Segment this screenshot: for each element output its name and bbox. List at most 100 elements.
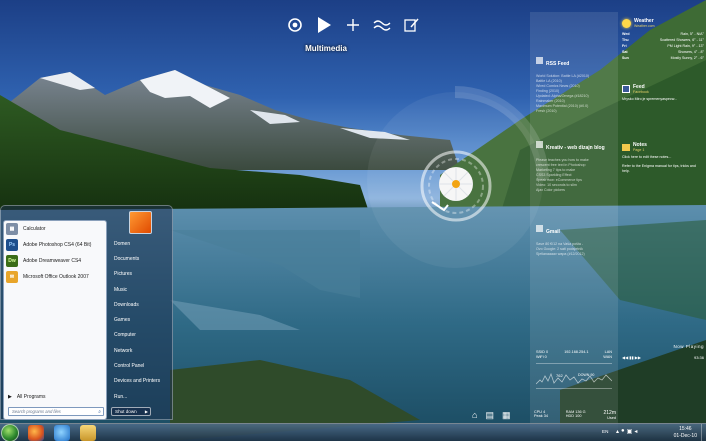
outlook-icon: ✉ bbox=[6, 271, 18, 283]
mail-icon bbox=[536, 225, 543, 233]
calculator-icon: ▦ bbox=[6, 223, 18, 235]
gmail-line[interactable]: Sjetlanaaaav wapa (#12/2012) bbox=[536, 252, 614, 257]
start-menu: ▦ Calculator Ps Adobe Photoshop CS4 (64 … bbox=[0, 205, 173, 420]
arrow-right-icon: ▶ bbox=[8, 394, 12, 400]
place-pictures[interactable]: Pictures bbox=[111, 267, 173, 282]
blog-icon bbox=[536, 141, 543, 149]
ram-peak-value: 34 bbox=[543, 414, 548, 418]
ie-icon[interactable] bbox=[54, 425, 70, 441]
place-user[interactable]: Domen bbox=[111, 236, 173, 251]
blog-title: Kreativ - web dizajn blog bbox=[546, 145, 605, 151]
all-programs-button[interactable]: ▶ All Programs bbox=[8, 394, 45, 400]
resource-stats: CPU 4 Peak 34 RAM 136 G HDD 100 212m Used bbox=[534, 410, 616, 420]
blog-line[interactable]: Ajax Color pickers bbox=[536, 188, 614, 193]
language-indicator[interactable]: EN bbox=[602, 429, 608, 434]
weather-source: Weather.com bbox=[634, 24, 655, 28]
disk-label: Used bbox=[607, 416, 616, 420]
hdd-label: HDD bbox=[565, 414, 575, 418]
media-controls[interactable]: ◀◀ ▮▮ ▶▶ bbox=[622, 355, 641, 360]
graph-value: 762 bbox=[556, 373, 563, 378]
start-button[interactable] bbox=[1, 424, 19, 441]
notes-icon bbox=[622, 143, 630, 151]
hdd-value: 100 bbox=[575, 414, 582, 418]
explorer-icon[interactable] bbox=[80, 425, 96, 441]
system-tray: EN ▴ ● ▣ ◂ 15:46 01-Dec-10 bbox=[596, 424, 706, 441]
rss-widget: RSS Feed World Solution: Battle LA (#201… bbox=[536, 52, 614, 114]
notes-widget: Notes Page 1 Click here to edit these no… bbox=[622, 142, 704, 174]
rss-line[interactable]: Fresh (2010) bbox=[536, 109, 614, 114]
edit-icon[interactable] bbox=[400, 14, 422, 36]
program-photoshop[interactable]: Ps Adobe Photoshop CS4 (64 Bit) bbox=[4, 237, 106, 253]
add-icon[interactable] bbox=[342, 14, 364, 36]
start-menu-places: Domen Documents Pictures Music Downloads… bbox=[111, 236, 173, 404]
program-outlook[interactable]: ✉ Microsoft Office Outlook 2007 bbox=[4, 269, 106, 285]
ssid-label: SSID bbox=[536, 350, 545, 354]
play-icon[interactable] bbox=[313, 14, 335, 36]
ram-peak-label: Peak bbox=[534, 414, 543, 418]
ip-address: 192.168.254.1 bbox=[564, 350, 589, 354]
feed-widget: Feed Facebook Mrysko Miro je spremenyasp… bbox=[622, 84, 704, 102]
place-games[interactable]: Games bbox=[111, 312, 173, 327]
sun-icon bbox=[622, 18, 631, 28]
start-menu-programs-pane: ▦ Calculator Ps Adobe Photoshop CS4 (64 … bbox=[3, 220, 107, 420]
desktop-clock bbox=[420, 150, 492, 222]
gmail-title: Gmail bbox=[546, 229, 560, 235]
track-time: 93:36 bbox=[693, 355, 704, 360]
settings-icon[interactable] bbox=[284, 14, 306, 36]
tray-icons: ▴ ● ▣ ◂ bbox=[616, 428, 637, 435]
network-icon[interactable]: ▦ bbox=[502, 410, 511, 421]
user-avatar[interactable] bbox=[129, 211, 152, 234]
clock-time[interactable]: 15:46 01-Dec-10 bbox=[674, 426, 697, 439]
show-desktop-button[interactable] bbox=[701, 424, 706, 441]
facebook-icon bbox=[622, 85, 630, 93]
program-dreamweaver[interactable]: Dw Adobe Dreamweaver CS4 bbox=[4, 253, 106, 269]
program-calculator[interactable]: ▦ Calculator bbox=[4, 221, 106, 237]
photoshop-icon: Ps bbox=[6, 239, 18, 251]
search-icon[interactable]: ⌕ bbox=[98, 409, 101, 415]
system-monitor: SSID 0 192.168.254.1 LAN WiFi 0 WAN 762 … bbox=[536, 350, 612, 392]
volume-icon[interactable]: ◂ bbox=[634, 428, 637, 435]
multimedia-title: Multimedia bbox=[305, 44, 347, 53]
place-computer[interactable]: Computer bbox=[111, 328, 173, 343]
place-network[interactable]: Network bbox=[111, 343, 173, 358]
chevron-right-icon[interactable]: ▶ bbox=[145, 409, 150, 414]
graph-value-2: 90 bbox=[590, 373, 595, 377]
forecast-row: Sun Mostly Sunny, 2° - 6° bbox=[622, 56, 704, 60]
shutdown-button[interactable]: Shut down ▶ bbox=[111, 407, 151, 416]
place-control-panel[interactable]: Control Panel bbox=[111, 358, 173, 373]
ssid-value: 0 bbox=[545, 350, 549, 354]
feed-source: Facebook bbox=[633, 90, 649, 94]
firefox-icon[interactable] bbox=[28, 425, 44, 441]
place-documents[interactable]: Documents bbox=[111, 251, 173, 266]
notes-line[interactable]: Click here to edit these notes... bbox=[622, 155, 704, 160]
place-music[interactable]: Music bbox=[111, 282, 173, 297]
place-devices-printers[interactable]: Devices and Printers bbox=[111, 374, 173, 389]
equalizer-icon[interactable] bbox=[371, 14, 393, 36]
tray-app-icon[interactable]: ● bbox=[621, 428, 625, 435]
home-icon[interactable]: ⌂ bbox=[472, 410, 477, 421]
rss-title: RSS Feed bbox=[546, 61, 570, 67]
graph-label: DOWN bbox=[578, 373, 590, 377]
network-tray-icon[interactable]: ▣ bbox=[627, 428, 633, 435]
multimedia-toolbar bbox=[278, 10, 428, 40]
daisy-icon bbox=[439, 167, 473, 201]
gmail-widget: Gmail Save 80 €/12 na Vaša pošta - Ovo G… bbox=[536, 220, 614, 257]
notes-page: Page 1 bbox=[633, 148, 645, 152]
wifi-label: WiFi bbox=[536, 355, 544, 359]
rss-icon bbox=[536, 57, 543, 65]
network-graph: 762 DOWN 90 bbox=[536, 363, 612, 389]
weather-widget: Weather Weather.com Wed Rain, 5° - N/A° T… bbox=[622, 18, 704, 61]
place-downloads[interactable]: Downloads bbox=[111, 297, 173, 312]
notes-line[interactable]: Refer to the Enigma manual for tips, tri… bbox=[622, 164, 704, 174]
blog-widget: Kreativ - web dizajn blog Please teaches… bbox=[536, 136, 614, 193]
dreamweaver-icon: Dw bbox=[6, 255, 18, 267]
wan-label: WAN bbox=[603, 355, 612, 359]
search-input[interactable]: Search programs and files ⌕ bbox=[8, 407, 104, 416]
place-run[interactable]: Run... bbox=[111, 389, 173, 404]
taskbar: EN ▴ ● ▣ ◂ 15:46 01-Dec-10 bbox=[0, 423, 706, 441]
document-icon[interactable]: ▤ bbox=[485, 410, 494, 421]
feed-text[interactable]: Mrysko Miro je spremenyaspecw... bbox=[622, 97, 704, 102]
tray-arrow-icon[interactable]: ▴ bbox=[616, 428, 619, 435]
now-playing-widget: Now Playing ◀◀ ▮▮ ▶▶ 93:36 bbox=[622, 344, 704, 360]
quick-launch-icons: ⌂ ▤ ▦ bbox=[472, 410, 510, 421]
